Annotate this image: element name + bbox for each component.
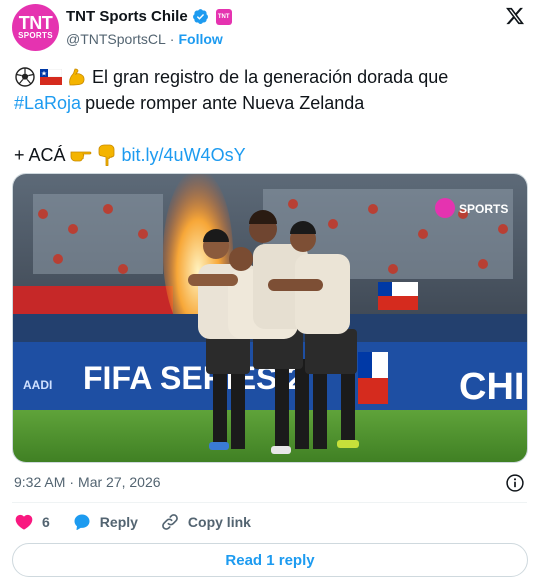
flexed-biceps-icon (66, 66, 88, 88)
reply-label: Reply (99, 514, 138, 530)
copy-link-label: Copy link (187, 514, 251, 530)
tweet-timestamp[interactable]: 9:32 AM · Mar 27, 2026 (14, 474, 161, 490)
account-name-row: TNT Sports Chile TNT (66, 8, 232, 25)
tnt-affiliate-badge-icon: TNT (215, 8, 232, 25)
divider (12, 502, 527, 503)
avatar-logo-text: TNT (18, 13, 53, 33)
tweet-meta-separator: · (69, 474, 75, 490)
backhand-down-icon (96, 144, 118, 166)
tweet-photo-image: FIFA SERIES 2 AADI CHILE (13, 174, 528, 462)
hashtag-link[interactable]: #LaRoja (14, 90, 81, 116)
tweet-line-1-text: El gran registro de la generación dorada… (92, 67, 449, 87)
avatar[interactable]: TNT SPORTS (12, 4, 59, 51)
display-name[interactable]: TNT Sports Chile (66, 8, 188, 25)
tweet-short-link[interactable]: bit.ly/4uW4OsY (122, 142, 246, 168)
tweet-embed-card: TNT SPORTS TNT Sports Chile TNT @TNTSpor… (0, 0, 539, 577)
handle-separator: · (169, 31, 175, 47)
like-count: 6 (42, 514, 50, 530)
tweet-line-3: + ACÁ bit.ly/4uW4OsY (14, 142, 524, 168)
verified-badge-icon (192, 9, 208, 24)
handle-row: @TNTSportsCL · Follow (66, 31, 223, 47)
tweet-line-1: El gran registro de la generación dorada… (14, 64, 524, 90)
read-reply-button[interactable]: Read 1 reply (12, 543, 528, 577)
link-icon (162, 514, 178, 530)
reply-button[interactable]: Reply (72, 512, 138, 532)
copy-link-button[interactable]: Copy link (160, 512, 251, 532)
tweet-text: El gran registro de la generación dorada… (14, 64, 524, 168)
info-icon[interactable] (505, 473, 525, 493)
tweet-line-3-prefix: + ACÁ (14, 145, 66, 165)
heart-icon (15, 514, 33, 530)
tweet-actions: 6 Reply Copy link (14, 512, 273, 532)
soccer-ball-icon (14, 66, 36, 88)
photo-watermark-text: SPORTS (459, 202, 508, 216)
follow-button[interactable]: Follow (178, 31, 222, 47)
handle[interactable]: @TNTSportsCL (66, 31, 166, 47)
reply-bubble-icon (74, 514, 90, 531)
avatar-logo-subtext: SPORTS (18, 31, 53, 40)
tweet-date: Mar 27, 2026 (78, 474, 161, 490)
board-small-text: AADI (23, 378, 52, 392)
tweet-line-2: #LaRoja puede romper ante Nueva Zelanda (14, 90, 524, 116)
tweet-time: 9:32 AM (14, 474, 66, 490)
like-button[interactable]: 6 (14, 512, 50, 532)
chile-flag-icon (40, 66, 62, 88)
x-logo-icon[interactable] (505, 6, 525, 26)
tweet-photo[interactable]: FIFA SERIES 2 AADI CHILE (12, 173, 528, 463)
backhand-right-icon (70, 144, 92, 166)
board-chile-text: CHILE (459, 366, 528, 408)
tweet-line-2-text: puede romper ante Nueva Zelanda (85, 93, 365, 113)
